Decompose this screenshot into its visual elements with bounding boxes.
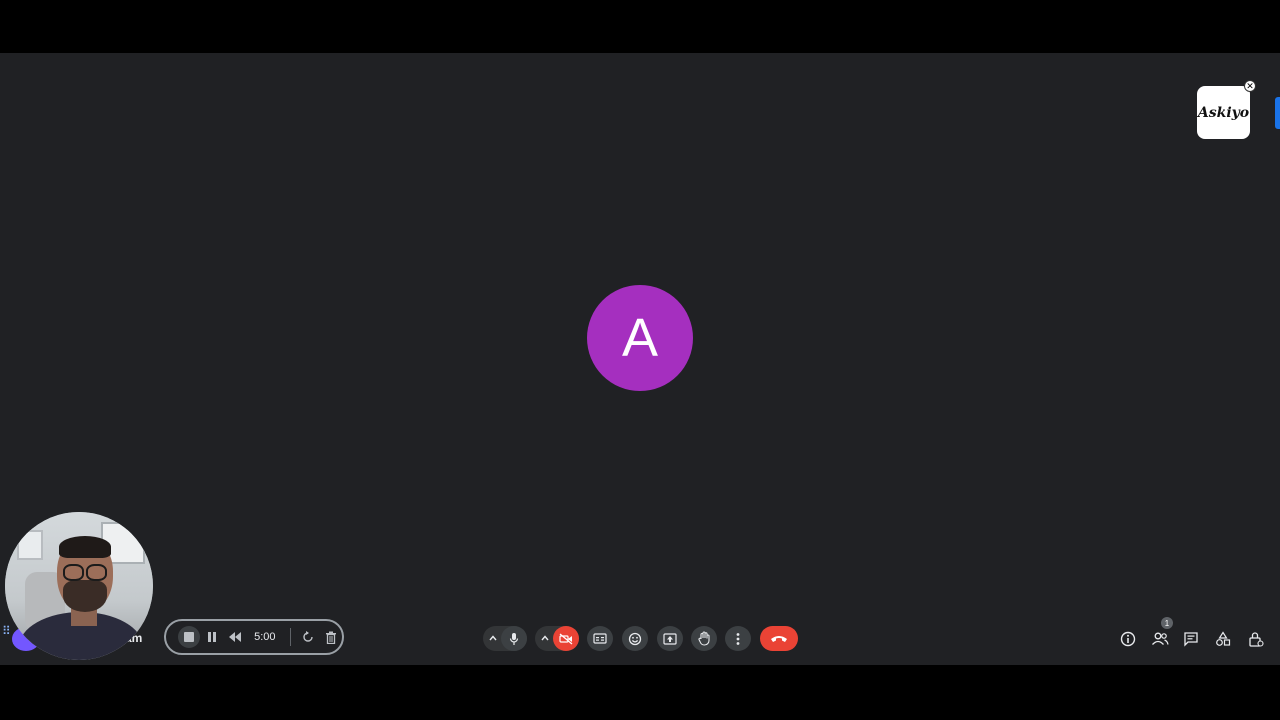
- chevron-up-icon: [489, 635, 497, 641]
- info-icon: [1120, 631, 1136, 647]
- participant-count-badge: 1: [1161, 617, 1173, 629]
- more-icon: [736, 632, 740, 645]
- activities-button[interactable]: [1213, 629, 1233, 649]
- more-options-button[interactable]: [725, 626, 751, 651]
- delete-button[interactable]: [319, 625, 342, 649]
- people-button[interactable]: [1150, 629, 1170, 649]
- raise-hand-button[interactable]: [691, 626, 717, 651]
- close-icon[interactable]: ✕: [1244, 80, 1256, 92]
- meeting-details-button[interactable]: [1118, 629, 1138, 649]
- rewind-icon: [228, 632, 241, 642]
- person-beard: [63, 580, 107, 612]
- webcam-bubble[interactable]: [5, 512, 153, 660]
- meeting-stage: A Askiyo ✕: [0, 53, 1280, 665]
- reactions-button[interactable]: [622, 626, 648, 651]
- audio-options-button[interactable]: [486, 626, 500, 650]
- stop-icon: [178, 626, 201, 648]
- glasses-left: [63, 564, 84, 581]
- present-icon: [663, 632, 677, 645]
- camera-toggle-button[interactable]: [553, 626, 579, 651]
- brand-logo[interactable]: Askiyo: [1197, 86, 1250, 139]
- raise-hand-icon: [697, 631, 710, 646]
- activities-icon: [1216, 631, 1231, 646]
- chevron-up-icon: [541, 635, 549, 641]
- chat-button[interactable]: [1181, 629, 1201, 649]
- divider: [289, 628, 291, 646]
- recorder-toolbar: 5:00: [164, 619, 344, 655]
- letterbox-top: [0, 0, 1280, 53]
- leave-call-button[interactable]: [760, 626, 798, 651]
- chat-icon: [1184, 632, 1198, 647]
- emoji-icon: [628, 632, 642, 645]
- microphone-button[interactable]: [501, 626, 527, 651]
- pause-icon: [207, 632, 216, 642]
- glasses-right: [86, 564, 107, 581]
- trash-icon: [325, 631, 336, 644]
- restart-icon: [303, 631, 313, 642]
- captions-icon: [593, 633, 607, 644]
- captions-button[interactable]: [587, 626, 613, 651]
- stop-button[interactable]: [178, 625, 201, 649]
- pause-button[interactable]: [201, 625, 224, 649]
- host-controls-icon: [1249, 632, 1264, 647]
- rewind-button[interactable]: [223, 625, 246, 649]
- person-hair: [59, 536, 111, 558]
- mic-icon: [509, 632, 519, 645]
- present-screen-button[interactable]: [657, 626, 683, 651]
- recording-timer: 5:00: [254, 631, 276, 643]
- restart-button[interactable]: [297, 625, 320, 649]
- participant-avatar: A: [587, 285, 693, 391]
- people-icon: [1152, 632, 1169, 645]
- end-call-icon: [771, 636, 787, 642]
- wall-frame: [17, 530, 43, 560]
- letterbox-bottom: [0, 665, 1280, 720]
- side-panel-tab[interactable]: [1275, 97, 1280, 129]
- host-controls-button[interactable]: [1246, 629, 1266, 649]
- video-options-button[interactable]: [538, 626, 552, 650]
- camera-off-icon: [559, 633, 573, 644]
